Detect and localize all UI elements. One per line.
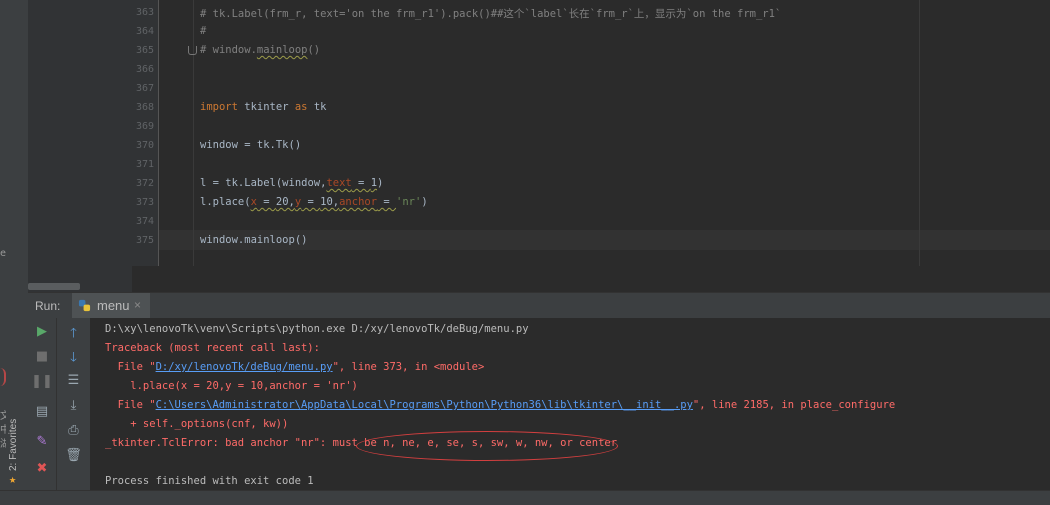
console-line-error: File "D:/xy/lenovoTk/deBug/menu.py", lin… [105,361,485,373]
code-token: = [256,196,276,208]
favorites-tab[interactable]: 2: Favorites [8,405,22,471]
editor-left-margin [28,0,132,292]
fold-icon[interactable] [188,46,197,55]
clipped-red-mark [0,368,6,386]
clipped-text-fragment-2: 文 中 湖 [0,411,6,450]
code-line[interactable]: l = tk.Label(window,text = 1) [200,177,383,189]
code-token: = [351,177,371,189]
line-number: 370 [135,140,154,151]
console-line: Process finished with exit code 1 [105,475,314,487]
code-token: tk [307,101,327,113]
code-line[interactable]: # window.mainloop() [200,44,320,56]
code-token: 10, [320,196,340,208]
editor-horizontal-scrollbar[interactable] [28,283,80,290]
print-icon[interactable]: ⎙ [57,423,90,443]
run-tab-menu[interactable]: menu × [72,293,150,318]
code-line[interactable]: # tk.Label(frm_r, text='on the frm_r1').… [200,6,781,21]
run-tool-window-header: Run: menu × [28,292,1050,319]
right-margin-guide [919,0,920,266]
line-number: 371 [135,159,154,170]
code-line[interactable]: l.place(x = 20,y = 10,anchor = 'nr') [200,196,428,208]
trash-icon[interactable]: 🗑 [57,448,90,468]
line-number: 363 [135,7,154,18]
run-label: Run: [35,299,61,313]
param-token: anchor [339,196,378,208]
pause-icon[interactable]: ❚❚ [28,374,56,394]
run-icon[interactable]: ▶ [28,324,56,344]
up-arrow-icon[interactable]: 🡑 [57,324,90,344]
console-token: ", line 373, in <module> [332,361,485,373]
dump-threads-icon[interactable]: ▤ [28,404,56,424]
star-icon[interactable]: ★ [9,472,16,486]
console-line-error: l.place(x = 20,y = 10,anchor = 'nr') [105,380,358,392]
line-number-gutter: 363 364 365 366 367 368 369 370 371 372 … [132,0,159,266]
code-token: () [307,44,321,56]
code-line[interactable]: window = tk.Tk() [200,139,301,151]
line-number: 373 [135,197,154,208]
code-token: ) [377,177,384,189]
run-toolbar-secondary: 🡑 🡓 ☰ ⤓ ⎙ 🗑 [57,318,91,504]
console-token: File " [105,399,156,411]
keyword-token: import [200,101,238,113]
soft-wrap-icon[interactable]: ☰ [57,373,90,393]
code-token: l.place( [200,196,251,208]
code-token: = [377,196,397,208]
run-tab-label: menu [97,298,130,313]
line-number: 372 [135,178,154,189]
bottom-horizontal-scrollbar[interactable] [0,490,1050,505]
indent-guide [193,0,194,266]
code-editor[interactable]: 363 364 365 366 367 368 369 370 371 372 … [28,0,1050,292]
close-tab-icon[interactable]: × [134,298,141,312]
file-link[interactable]: C:\Users\Administrator\AppData\Local\Pro… [156,399,693,411]
line-number: 367 [135,83,154,94]
pin-icon[interactable]: ✎ [28,434,56,454]
console-line-error: Traceback (most recent call last): [105,342,320,354]
file-link[interactable]: D:/xy/lenovoTk/deBug/menu.py [156,361,333,373]
scroll-to-end-icon[interactable]: ⤓ [57,398,90,418]
code-token: tkinter [237,101,295,113]
code-line-current[interactable]: window.mainloop() [200,234,307,246]
code-line[interactable]: # [200,25,206,37]
line-number: 369 [135,121,154,132]
line-number: 374 [135,216,154,227]
run-console-output[interactable]: D:\xy\lenovoTk\venv\Scripts\python.exe D… [90,318,1050,490]
code-token: = [301,196,321,208]
left-tool-strip: el 文 中 湖 2: Favorites ★ < [0,0,29,504]
line-number: 368 [135,102,154,113]
code-token: ) [421,196,428,208]
keyword-token: as [294,101,308,113]
string-token: 'nr' [396,196,422,208]
code-token: # window. [200,44,257,56]
line-number: 365 [135,45,154,56]
stop-icon[interactable]: ■ [28,349,56,369]
console-token: ", line 2185, in place_configure [692,399,896,411]
annotation-ellipse [356,431,618,461]
line-number: 375 [135,235,154,246]
python-icon [78,299,91,312]
code-token: 20, [275,196,295,208]
run-toolbar-primary: ▶ ■ ❚❚ ▤ ✎ ✖ [28,318,57,504]
line-number: 366 [135,64,154,75]
code-token: l = tk.Label(window, [200,177,327,189]
line-number: 364 [135,26,154,37]
code-token-warning: mainloop [256,44,308,56]
console-token: File " [105,361,156,373]
console-line: D:\xy\lenovoTk\venv\Scripts\python.exe D… [105,323,529,335]
code-line[interactable]: import tkinter as tk [200,101,326,113]
clipped-text-fragment: el [0,248,6,259]
console-line-error: + self._options(cnf, kw)) [105,418,289,430]
console-line-error: File "C:\Users\Administrator\AppData\Loc… [105,399,896,411]
param-token: text [326,177,352,189]
close-icon[interactable]: ✖ [28,461,56,481]
down-arrow-icon[interactable]: 🡓 [57,348,90,368]
